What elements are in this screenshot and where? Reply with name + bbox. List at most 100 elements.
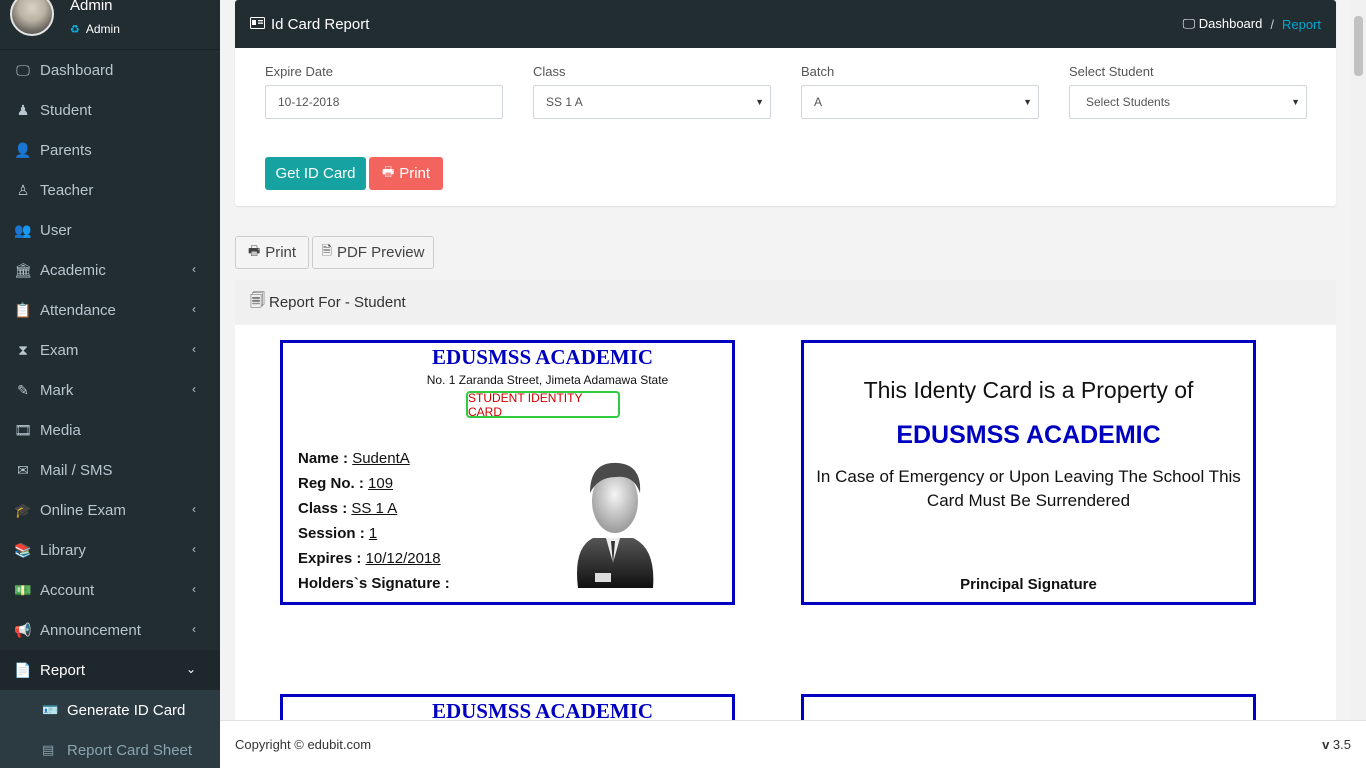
sidebar-item-report[interactable]: 📄 Report ⌄ [0,650,220,690]
print-button-label: Print [399,165,431,182]
user-name: Admin [70,0,113,14]
field-label: Reg No. : [298,475,364,492]
avatar[interactable] [10,0,54,36]
sidebar-item-mail-sms[interactable]: ✉ Mail / SMS [0,450,220,490]
class-group: Class SS 1 A ▼ [533,64,771,119]
expire-date-label: Expire Date [265,64,333,79]
edit-icon: ✎ [17,381,29,398]
student-label: Select Student [1069,64,1154,79]
sidebar-item-user[interactable]: 👥 User [0,210,220,250]
student-photo [577,462,654,588]
sidebar-item-media[interactable]: 🎞 Media [0,410,220,450]
chevron-left-icon: ‹ [192,582,196,596]
submenu-item-generate-id-card[interactable]: 🪪 Generate ID Card [0,690,220,730]
user-role-label: Admin [85,22,120,36]
expire-date-input[interactable]: 10-12-2018 [265,85,503,119]
caret-down-icon: ▼ [1023,97,1032,107]
breadcrumb-home[interactable]: 🖵 Dashboard [1183,16,1263,32]
get-id-card-button[interactable]: Get ID Card [265,157,366,190]
id-card-icon: 🪪 [42,702,59,717]
chevron-left-icon: ‹ [192,542,196,556]
chevron-left-icon: ‹ [192,262,196,276]
sidebar-item-teacher[interactable]: ♙ Teacher [0,170,220,210]
id-card-icon [250,16,265,32]
version-prefix: v [1322,737,1330,752]
card-back-note: In Case of Emergency or Upon Leaving The… [816,467,1241,510]
sidebar-item-label: Attendance [40,301,116,319]
chevron-left-icon: ‹ [192,302,196,316]
film-icon: 🎞 [14,421,32,438]
sidebar-item-label: Exam [40,341,79,359]
sidebar-item-account[interactable]: 💵 Account ‹ [0,570,220,610]
breadcrumb-home-label: Dashboard [1198,16,1263,31]
expire-date-group: Expire Date 10-12-2018 [265,64,503,119]
hourglass-icon: ⧗ [18,341,28,358]
card-back-title: This Identy Card is a Property of [863,377,1194,403]
sidebar-item-announcement[interactable]: 📢 Announcement ‹ [0,610,220,650]
breadcrumb-current: Report [1281,16,1321,32]
field-label: Expires : [298,550,362,567]
field-value: 109 [368,475,394,492]
copy-icon: 🗐 [250,292,265,309]
sidebar-menu: 🖵 Dashboard ♟ Student 👤 Parents ♙ Teacher 👥 User 🏛… [0,50,220,690]
graduation-cap-icon: 🎓 [14,501,32,518]
books-icon: 📚 [14,541,32,558]
submenu-item-report-card-sheet[interactable]: ▤ Report Card Sheet [0,730,220,768]
student-select[interactable]: Select Students ▼ [1069,85,1307,119]
field-label: Name : [298,450,349,467]
field-label: Session : [298,525,365,542]
teacher-icon: ♙ [16,181,30,198]
pdf-preview-button[interactable]: 🗎 PDF Preview [312,236,434,269]
sidebar-item-label: Student [40,101,92,119]
scrollbar[interactable] [1351,0,1366,720]
class-select-value: SS 1 A [546,95,583,109]
class-label: Class [533,64,566,79]
sidebar-item-label: Online Exam [40,501,126,519]
chevron-left-icon: ‹ [192,342,196,356]
print-button[interactable]: 🖶 Print [369,157,443,190]
sidebar-item-attendance[interactable]: 📋 Attendance ‹ [0,290,220,330]
tool-print-button[interactable]: 🖶 Print [235,236,309,269]
bullhorn-icon: 📢 [14,621,32,638]
sidebar-item-label: Academic [40,261,106,279]
class-select[interactable]: SS 1 A ▼ [533,85,771,119]
field-label: Holders`s Signature : [298,575,450,592]
sidebar-item-student[interactable]: ♟ Student [0,90,220,130]
version-number: 3.5 [1332,737,1351,752]
student-select-value: Select Students [1086,95,1171,109]
sidebar: Admin ♻ Admin 🖵 Dashboard ♟ Student 👤 Parents ♙… [0,0,220,768]
sidebar-item-academic[interactable]: 🏛 Academic ‹ [0,250,220,290]
card-field-reg: Reg No. : 109 [298,475,450,500]
sidebar-item-parents[interactable]: 👤 Parents [0,130,220,170]
batch-select[interactable]: A ▼ [801,85,1039,119]
page-title: Id Card Report [250,16,369,33]
sidebar-item-label: Announcement [40,621,141,639]
batch-group: Batch A ▼ [801,64,1039,119]
card-field-class: Class : SS 1 A [298,500,450,525]
id-card-front: EDUSMSS ACADEMIC No. 1 Zaranda Street, J… [280,340,735,605]
scrollbar-thumb[interactable] [1354,16,1363,76]
principal-signature-label: Principal Signature [960,576,1097,593]
card-field-session: Session : 1 [298,525,450,550]
field-value: SudentA [352,450,410,467]
sidebar-item-label: Account [40,581,95,599]
chevron-left-icon: ‹ [192,502,196,516]
version: v 3.5 [1322,737,1351,752]
report-header-text: Report For - Student [269,294,406,311]
sidebar-item-label: Library [40,541,86,559]
sidebar-item-mark[interactable]: ✎ Mark ‹ [0,370,220,410]
batch-select-value: A [814,95,823,109]
batch-label: Batch [801,64,835,79]
sidebar-item-label: Mark [40,381,74,399]
sidebar-item-online-exam[interactable]: 🎓 Online Exam ‹ [0,490,220,530]
user-panel: Admin ♻ Admin [0,0,220,50]
submenu-item-label: Report Card Sheet [67,741,193,759]
laptop-icon: 🖵 [1182,16,1199,31]
sidebar-item-library[interactable]: 📚 Library ‹ [0,530,220,570]
report-header: 🗐 Report For - Student [235,280,1336,325]
sidebar-item-exam[interactable]: ⧗ Exam ‹ [0,330,220,370]
sidebar-item-dashboard[interactable]: 🖵 Dashboard [0,50,220,90]
caret-down-icon: ▼ [755,97,764,107]
table-icon: ▤ [42,742,55,757]
sidebar-item-label: Media [40,421,81,439]
